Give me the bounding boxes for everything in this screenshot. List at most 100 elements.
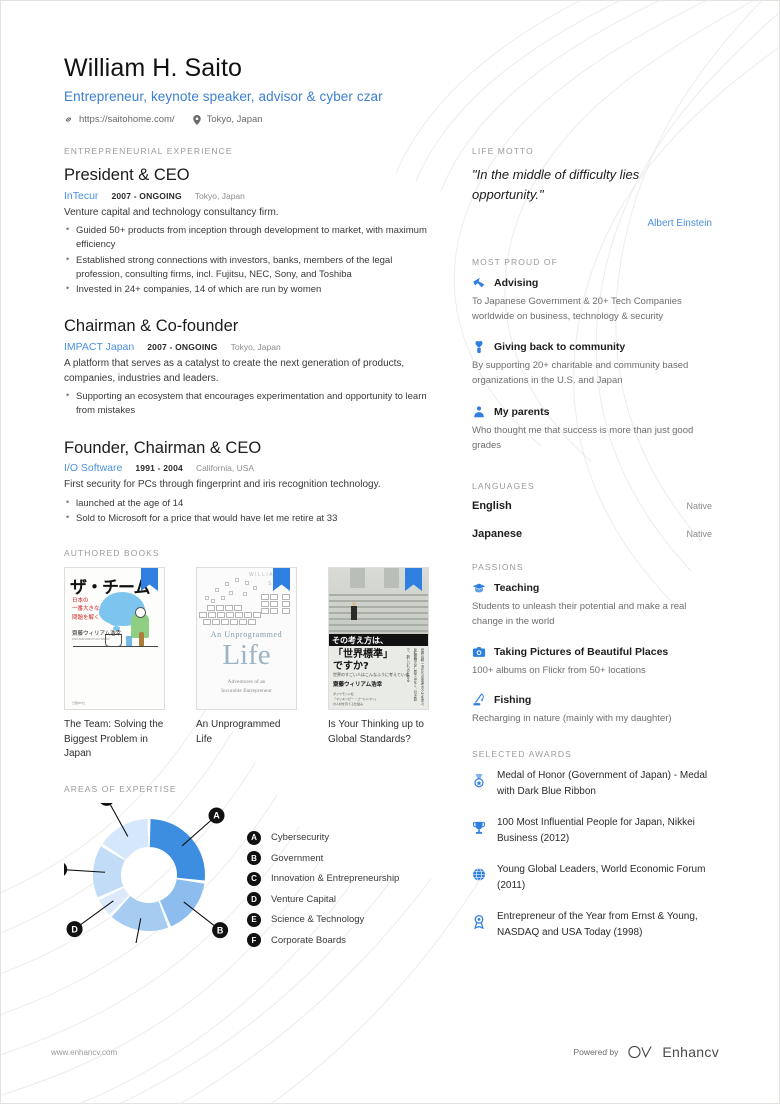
legend-badge-e: E xyxy=(247,912,261,927)
books-section-title: AUTHORED BOOKS xyxy=(64,548,160,559)
motto-section-title: LIFE MOTTO xyxy=(472,146,534,156)
experience-item: President & CEO InTecur 2007 - ONGOING T… xyxy=(64,165,434,297)
book-cover-author: 齋藤ウィリアム浩幸 xyxy=(72,631,122,638)
donut-badge-f xyxy=(98,789,115,806)
language-item: English Native xyxy=(472,500,712,512)
expertise-section-title: AREAS OF EXPERTISE xyxy=(64,783,177,794)
award-item: Medal of Honor (Government of Japan) - M… xyxy=(472,768,712,799)
legend-item: F Corporate Boards xyxy=(247,933,399,948)
bookmark-icon[interactable] xyxy=(273,567,290,592)
legend-badge-f: F xyxy=(247,933,261,948)
globe-icon xyxy=(472,862,488,887)
arrow-cursor-icon xyxy=(473,277,485,288)
powered-by-label: Powered by xyxy=(573,1047,619,1057)
proud-header: Giving back to community xyxy=(472,340,712,354)
passion-item: Taking Pictures of Beautiful Places 100+… xyxy=(472,645,712,679)
job-dates: 2007 - ONGOING xyxy=(111,190,182,201)
passion-header: Fishing xyxy=(472,693,712,707)
book-cover: その考え方は、 「世界標準」 ですか? 世界のすごい人はこんなふうに考えている 齋… xyxy=(328,567,429,711)
graduation-cap-icon xyxy=(472,583,486,593)
award-ribbon-icon xyxy=(472,909,488,935)
award-text: Medal of Honor (Government of Japan) - M… xyxy=(497,770,708,797)
book-cover-keyboard-art xyxy=(199,578,269,626)
experience-item: Chairman & Co-founder IMPACT Japan 2007 … xyxy=(64,316,434,418)
award-item: Young Global Leaders, World Economic For… xyxy=(472,862,712,893)
book-cover-band-text: その考え方は、 xyxy=(332,636,388,646)
book-cover-headline: 「世界標準」 ですか? xyxy=(333,649,393,672)
donut-slice-a xyxy=(149,818,205,881)
proud-item: My parents Who thought me that success i… xyxy=(472,405,712,453)
job-bullets: Guided 50+ products from inception throu… xyxy=(64,223,434,297)
job-company[interactable]: I/O Software xyxy=(64,462,122,474)
enhancv-logo-icon xyxy=(628,1045,653,1059)
languages-section-title: LANGUAGES xyxy=(472,481,535,492)
award-text: Young Global Leaders, World Economic For… xyxy=(497,864,706,891)
donut-badge-label: B xyxy=(217,925,224,935)
legend-label: Science & Technology xyxy=(271,914,365,926)
language-level: Native xyxy=(686,501,712,512)
passion-description: 100+ albums on Flickr from 50+ locations xyxy=(472,664,646,676)
book-cover-author-sub: WILLIAM HIROYUKI SAITO xyxy=(72,637,110,642)
book-item[interactable]: その考え方は、 「世界標準」 ですか? 世界のすごい人はこんなふうに考えている 齋… xyxy=(328,567,429,762)
experience-section: ENTREPRENEURIAL EXPERIENCE President & C… xyxy=(64,146,434,526)
book-cover-vertical-text: 世界の超一流たちの思考のクセを学べ 反転発想! 足し算ではなく、引き算で、新しい… xyxy=(405,648,424,706)
language-level: Native xyxy=(686,529,712,540)
bookmark-icon[interactable] xyxy=(405,567,422,592)
book-item[interactable]: ザ・チーム 日本の 一番大きな 問題を解く 齋藤ウィリアム浩幸 WILLIAM … xyxy=(64,567,165,762)
footer-url[interactable]: www.enhancv.com xyxy=(51,1048,117,1057)
passion-header: Teaching xyxy=(472,581,712,595)
bookmark-icon[interactable] xyxy=(141,567,158,592)
award-text: 100 Most Influential People for Japan, N… xyxy=(497,817,695,844)
passion-item: Fishing Recharging in nature (mainly wit… xyxy=(472,693,712,727)
donut-badge-label: A xyxy=(213,810,220,820)
legend-item: C Innovation & Entrepreneurship xyxy=(247,871,399,886)
website-contact[interactable]: https://saitohome.com/ xyxy=(64,114,175,125)
passion-title: Fishing xyxy=(494,694,532,707)
header-tagline: Entrepreneur, keynote speaker, advisor &… xyxy=(64,89,383,104)
book-title: Is Your Thinking up to Global Standards? xyxy=(328,719,424,745)
book-cover: WILLIAM H.SAITO xyxy=(196,567,297,711)
language-name: Japanese xyxy=(472,528,523,541)
resume-page: William H. Saito Entrepreneur, keynote s… xyxy=(0,0,780,1104)
proud-item: Advising To Japanese Government & 20+ Te… xyxy=(472,276,712,324)
job-company[interactable]: InTecur xyxy=(64,190,98,202)
page-title: William H. Saito xyxy=(64,54,243,82)
brand-name: Enhancv xyxy=(662,1044,719,1060)
location-contact: Tokyo, Japan xyxy=(192,114,263,125)
book-title: The Team: Solving the Biggest Problem in… xyxy=(64,719,164,760)
job-description: First security for PCs through fingerpri… xyxy=(64,479,381,491)
award-item: 100 Most Influential People for Japan, N… xyxy=(472,815,712,846)
proud-title: My parents xyxy=(494,405,550,418)
job-meta: IMPACT Japan 2007 - ONGOING Tokyo, Japan xyxy=(64,341,434,353)
book-item[interactable]: WILLIAM H.SAITO xyxy=(196,567,297,762)
job-bullet: Supporting an ecosystem that encourages … xyxy=(64,389,434,419)
job-bullet: Guided 50+ products from inception throu… xyxy=(64,223,434,253)
job-location: Tokyo, Japan xyxy=(230,342,281,352)
awards-section-title: SELECTED AWARDS xyxy=(472,749,572,760)
proud-header: Advising xyxy=(472,276,712,290)
book-cover-bottle-shape xyxy=(139,632,144,648)
legend-badge-b: B xyxy=(247,851,261,866)
location-text: Tokyo, Japan xyxy=(206,114,263,125)
job-dates: 1991 - 2004 xyxy=(135,463,183,474)
passions-section: PASSIONS Teaching Students to unleash th… xyxy=(472,562,712,727)
award-item: Entrepreneur of the Year from Ernst & Yo… xyxy=(472,909,712,940)
hand-heart-icon xyxy=(475,341,483,354)
motto-section: LIFE MOTTO "In the middle of difficulty … xyxy=(472,146,712,229)
job-description: Venture capital and technology consultan… xyxy=(64,206,279,218)
job-company[interactable]: IMPACT Japan xyxy=(64,341,134,353)
footer-branding: Powered by Enhancv xyxy=(574,1044,719,1060)
fishing-rod-icon xyxy=(473,694,484,706)
expertise-section: AREAS OF EXPERTISE ABCDEF A Cybersecurit… xyxy=(51,783,434,972)
legend-badge-d: D xyxy=(247,892,261,907)
expertise-legend: A Cybersecurity B Government C Innovatio… xyxy=(247,803,399,954)
expertise-donut-chart: ABCDEF xyxy=(51,789,229,972)
job-bullets: launched at the age of 14 Sold to Micros… xyxy=(64,496,434,527)
legend-item: E Science & Technology xyxy=(247,912,399,927)
language-name: English xyxy=(472,500,512,513)
legend-label: Corporate Boards xyxy=(271,934,346,946)
proud-title: Advising xyxy=(494,277,539,289)
job-title: Founder, Chairman & CEO xyxy=(64,438,262,457)
passion-header: Taking Pictures of Beautiful Places xyxy=(472,645,712,659)
proud-section: MOST PROUD OF Advising To Japanese Gover… xyxy=(472,257,712,453)
